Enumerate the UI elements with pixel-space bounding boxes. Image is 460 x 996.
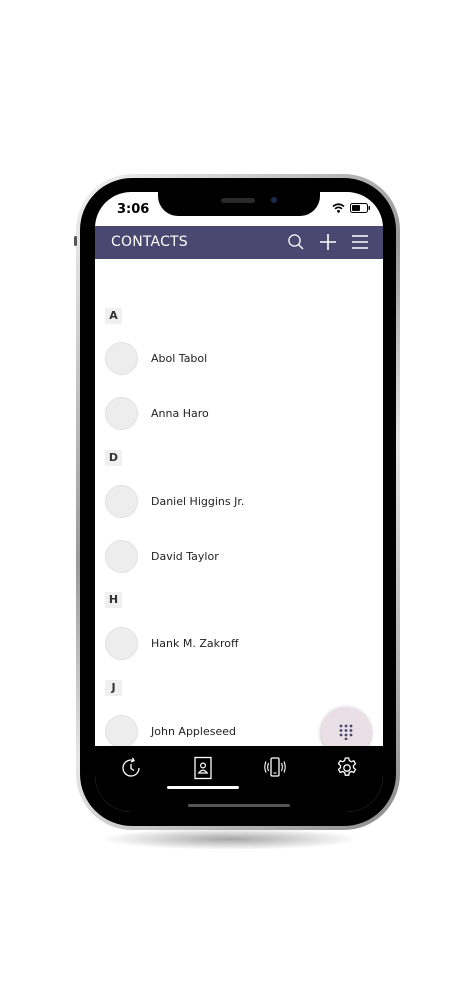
recents-icon[interactable] bbox=[119, 756, 143, 780]
add-contact-plus-icon[interactable] bbox=[319, 233, 337, 251]
avatar bbox=[105, 714, 138, 746]
phone-screen: 3:06 CONTACTS A Abol Tabol Anna Haro D D… bbox=[95, 192, 383, 812]
phone-ringing-icon[interactable] bbox=[263, 756, 287, 780]
bottom-tab-bar bbox=[95, 746, 383, 812]
contact-name: Abol Tabol bbox=[151, 351, 208, 365]
contacts-book-icon[interactable] bbox=[191, 756, 215, 780]
front-camera bbox=[271, 197, 277, 203]
section-header-j: J bbox=[105, 680, 122, 696]
phone-side-button bbox=[74, 236, 77, 246]
menu-icon[interactable] bbox=[351, 233, 369, 251]
home-indicator bbox=[188, 804, 290, 807]
earpiece-speaker bbox=[221, 198, 255, 203]
selected-tab-indicator bbox=[167, 786, 239, 789]
status-time: 3:06 bbox=[117, 202, 150, 217]
contact-row[interactable]: Abol Tabol bbox=[105, 341, 375, 375]
contact-row[interactable]: Daniel Higgins Jr. bbox=[105, 484, 375, 518]
contact-name: Anna Haro bbox=[151, 406, 209, 420]
notch bbox=[158, 192, 320, 216]
dialpad-icon bbox=[339, 724, 353, 740]
phone-shadow bbox=[100, 828, 360, 850]
app-header: CONTACTS bbox=[95, 226, 383, 259]
contact-name: Hank M. Zakroff bbox=[151, 636, 239, 650]
contact-name: David Taylor bbox=[151, 549, 219, 563]
wifi-icon bbox=[332, 203, 345, 213]
header-actions bbox=[287, 233, 369, 251]
search-icon[interactable] bbox=[287, 233, 305, 251]
section-header-a: A bbox=[105, 308, 122, 324]
contact-name: Daniel Higgins Jr. bbox=[151, 494, 245, 508]
contact-name: John Appleseed bbox=[151, 724, 236, 738]
page-title: CONTACTS bbox=[111, 234, 188, 250]
avatar bbox=[105, 539, 138, 573]
avatar bbox=[105, 484, 138, 518]
battery-icon bbox=[350, 203, 370, 213]
contact-row[interactable]: Anna Haro bbox=[105, 396, 375, 430]
status-icons bbox=[332, 203, 371, 213]
avatar bbox=[105, 396, 138, 430]
contact-row[interactable]: David Taylor bbox=[105, 539, 375, 573]
section-header-h: H bbox=[105, 592, 122, 608]
avatar bbox=[105, 341, 138, 375]
section-header-d: D bbox=[105, 450, 122, 466]
contacts-list: A Abol Tabol Anna Haro D Daniel Higgins … bbox=[95, 259, 383, 746]
avatar bbox=[105, 626, 138, 660]
settings-gear-icon[interactable] bbox=[335, 756, 359, 780]
contact-row[interactable]: Hank M. Zakroff bbox=[105, 626, 375, 660]
